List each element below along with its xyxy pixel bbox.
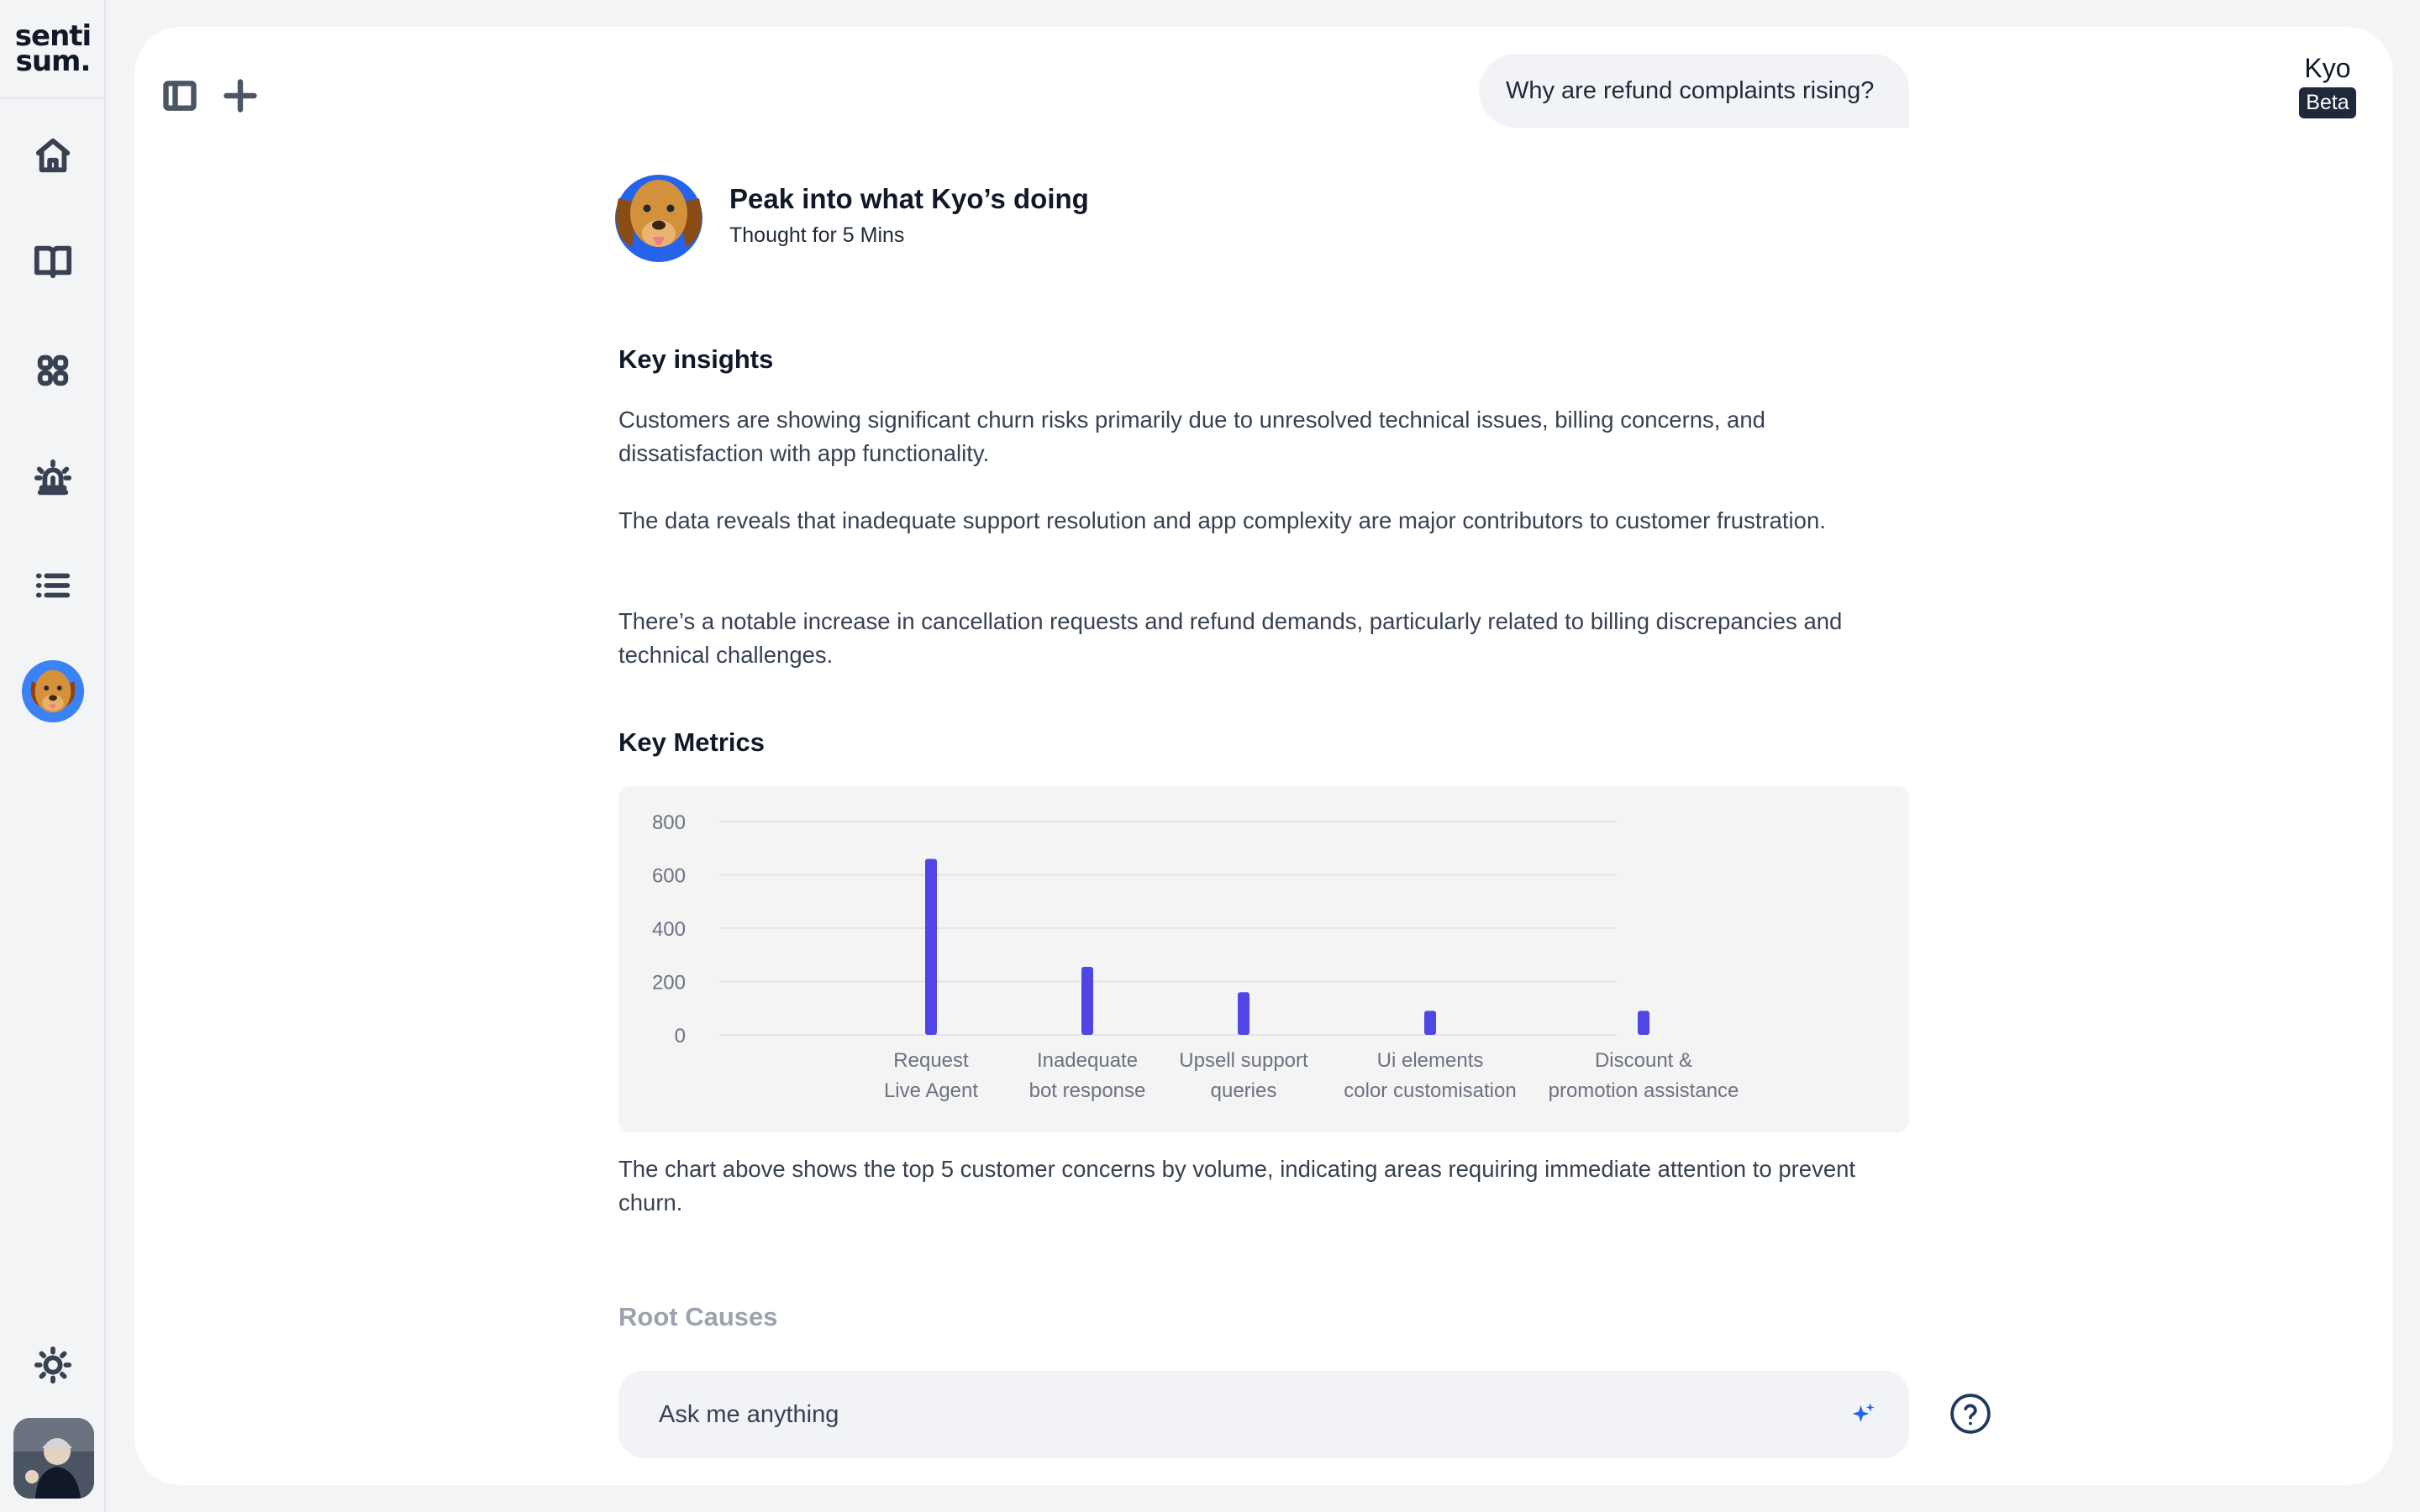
bar-4 xyxy=(1424,1011,1436,1035)
key-insights-heading: Key insights xyxy=(618,344,774,374)
beta-badge: Beta xyxy=(2299,87,2356,118)
plus-icon xyxy=(224,79,257,113)
main-panel: Kyo Beta Why are refund complaints risin… xyxy=(134,27,2393,1485)
x-tick-label-4-line-2: color customisation xyxy=(1344,1079,1516,1102)
bar-3 xyxy=(1238,992,1249,1035)
user-message-bubble: Why are refund complaints rising? xyxy=(1479,54,1909,128)
x-tick-label-2-line-2: bot response xyxy=(1029,1079,1146,1102)
x-tick-label-3-line-2: queries xyxy=(1211,1079,1277,1102)
sidebar-item-apps[interactable] xyxy=(32,349,74,391)
insight-paragraph-1: Customers are showing significant churn … xyxy=(618,407,1765,466)
sidebar-item-lists[interactable] xyxy=(32,564,74,606)
sidebar: senti sum. xyxy=(0,0,106,1512)
sidebar-item-alerts[interactable] xyxy=(32,457,74,499)
key-metrics-heading: Key Metrics xyxy=(618,727,765,757)
agent-label: Kyo Beta xyxy=(2294,52,2361,118)
sidebar-toggle-icon xyxy=(163,81,197,111)
x-tick-label-5-line-1: Discount & xyxy=(1595,1049,1692,1072)
chart-caption: The chart above shows the top 5 customer… xyxy=(618,1156,1856,1215)
bar-chart-svg: 0 200 400 600 800 Request Live Agent Inadequate… xyxy=(652,811,1739,1102)
sidebar-item-home[interactable] xyxy=(32,134,74,176)
x-tick-label-2-line-1: Inadequate xyxy=(1037,1049,1138,1072)
agent-name: Kyo xyxy=(2304,53,2351,83)
x-tick-label-4-line-1: Ui elements xyxy=(1377,1049,1484,1072)
list-icon xyxy=(35,573,71,598)
sparkle-send-icon[interactable] xyxy=(1850,1401,1876,1426)
x-tick-label-5-line-2: promotion assistance xyxy=(1549,1079,1739,1102)
x-tick-label-1-line-1: Request xyxy=(893,1049,969,1072)
sidebar-item-kyo-dog-avatar-icon[interactable] xyxy=(20,659,86,724)
theme-toggle[interactable] xyxy=(32,1344,74,1386)
x-tick-label-1-line-2: Live Agent xyxy=(884,1079,978,1102)
y-tick-label-600: 600 xyxy=(652,865,686,888)
sun-icon xyxy=(34,1346,72,1384)
insight-paragraph-3: There’s a notable increase in cancellati… xyxy=(618,608,1843,668)
insight-paragraph-2: The data reveals that inadequate support… xyxy=(618,507,1826,533)
root-causes-heading: Root Causes xyxy=(618,1302,778,1331)
help-icon[interactable] xyxy=(1949,1393,1991,1435)
y-tick-label-0: 0 xyxy=(675,1025,686,1047)
sentisum-logo[interactable]: senti sum. xyxy=(0,0,106,99)
sidebar-toggle-button[interactable] xyxy=(161,77,198,114)
logo-line-2: sum. xyxy=(15,45,92,78)
y-tick-label-800: 800 xyxy=(652,811,686,834)
new-chat-button[interactable] xyxy=(222,77,259,114)
grid-icon xyxy=(37,354,69,386)
user-avatar[interactable] xyxy=(13,1418,94,1499)
book-open-icon xyxy=(34,245,72,279)
sidebar-item-library[interactable] xyxy=(32,240,74,282)
bar-5 xyxy=(1638,1011,1649,1035)
bar-2 xyxy=(1081,967,1093,1035)
ask-input[interactable] xyxy=(659,1371,1818,1458)
y-tick-label-400: 400 xyxy=(652,918,686,941)
kyo-dog-avatar-icon xyxy=(615,175,702,262)
key-metrics-chart: 0 200 400 600 800 Request Live Agent Inadequate… xyxy=(618,786,1909,1132)
ask-bar xyxy=(618,1371,1909,1458)
thinking-title[interactable]: Peak into what Kyo’s doing xyxy=(729,183,1089,215)
bar-1 xyxy=(925,858,937,1035)
thinking-duration: Thought for 5 Mins xyxy=(729,223,905,247)
home-icon xyxy=(35,138,71,173)
siren-icon xyxy=(34,459,72,496)
y-tick-label-200: 200 xyxy=(652,972,686,995)
x-tick-label-3-line-1: Upsell support xyxy=(1179,1049,1308,1072)
